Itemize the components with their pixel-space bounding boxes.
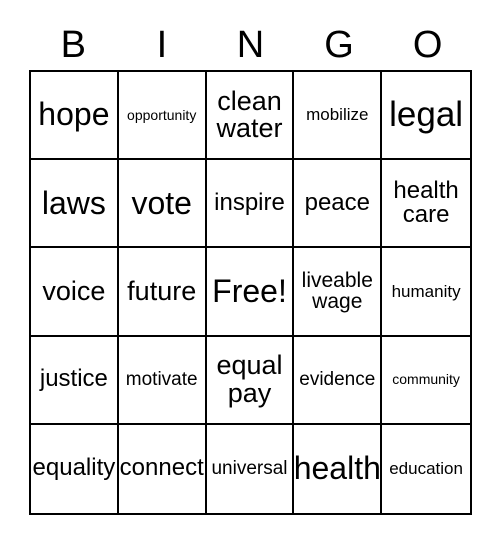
bingo-cell[interactable]: voice bbox=[31, 248, 119, 337]
bingo-cell-label: equal pay bbox=[216, 350, 283, 408]
bingo-cell-label: health bbox=[294, 450, 381, 487]
bingo-cell-label: legal bbox=[389, 94, 464, 134]
bingo-cell-label: laws bbox=[41, 184, 106, 221]
bingo-header-letter-n: N bbox=[236, 24, 265, 66]
bingo-cell[interactable]: universal bbox=[206, 424, 295, 513]
bingo-cell-label: health care bbox=[393, 176, 459, 229]
bingo-cell[interactable]: equality bbox=[31, 424, 119, 513]
bingo-cell[interactable]: motivate bbox=[118, 336, 207, 425]
bingo-cell-label: equality bbox=[32, 454, 116, 482]
bingo-cell[interactable]: humanity bbox=[382, 248, 470, 337]
bingo-cell[interactable]: community bbox=[382, 336, 470, 425]
bingo-cell[interactable]: mobilize bbox=[294, 72, 383, 161]
bingo-cell[interactable]: liveable wage bbox=[294, 248, 383, 337]
bingo-cell-label: future bbox=[127, 276, 197, 307]
bingo-cell-label: liveable wage bbox=[301, 269, 373, 314]
bingo-grid: hope opportunity clean water mobilize legal l… bbox=[29, 70, 472, 515]
bingo-cell-label: peace bbox=[304, 188, 370, 216]
bingo-cell[interactable]: peace bbox=[294, 160, 383, 249]
bingo-cell[interactable]: connect bbox=[118, 424, 207, 513]
bingo-cell[interactable]: education bbox=[382, 424, 470, 513]
bingo-cell[interactable]: hope bbox=[31, 72, 119, 161]
bingo-header-letter-b: B bbox=[60, 24, 86, 66]
bingo-cell-label: universal bbox=[211, 458, 288, 480]
bingo-cell-label: community bbox=[392, 371, 460, 388]
bingo-cell[interactable]: justice bbox=[31, 336, 119, 425]
bingo-cell-label: Free! bbox=[212, 272, 287, 309]
bingo-card: B I N G O hope opportunity clean water mobilize… bbox=[0, 0, 501, 544]
bingo-cell-label: voice bbox=[42, 276, 106, 307]
bingo-cell-label: mobilize bbox=[306, 105, 369, 125]
bingo-cell[interactable]: equal pay bbox=[206, 336, 295, 425]
bingo-cell-label: evidence bbox=[299, 368, 376, 390]
bingo-cell[interactable]: laws bbox=[31, 160, 119, 249]
bingo-cell[interactable]: vote bbox=[118, 160, 207, 249]
bingo-header-row: BINGO bbox=[29, 22, 472, 68]
bingo-cell-label: connect bbox=[119, 454, 204, 482]
bingo-cell[interactable]: Free! bbox=[206, 248, 295, 337]
bingo-cell-label: justice bbox=[39, 365, 108, 393]
bingo-header-letter-o: O bbox=[412, 24, 443, 66]
bingo-cell-label: humanity bbox=[391, 281, 461, 301]
bingo-cell[interactable]: health care bbox=[382, 160, 470, 249]
bingo-cell-label: education bbox=[389, 459, 463, 479]
bingo-cell-label: motivate bbox=[125, 368, 198, 390]
bingo-cell[interactable]: health bbox=[294, 424, 383, 513]
bingo-cell-label: hope bbox=[38, 96, 110, 133]
bingo-cell-label: vote bbox=[131, 184, 192, 221]
bingo-header-letter-i: I bbox=[156, 24, 168, 66]
bingo-cell[interactable]: future bbox=[118, 248, 207, 337]
bingo-cell[interactable]: evidence bbox=[294, 336, 383, 425]
bingo-cell-label: inspire bbox=[214, 188, 285, 216]
bingo-cell-label: opportunity bbox=[127, 106, 197, 123]
bingo-cell[interactable]: opportunity bbox=[118, 72, 207, 161]
bingo-cell[interactable]: inspire bbox=[206, 160, 295, 249]
bingo-header-letter-g: G bbox=[324, 24, 354, 66]
bingo-cell[interactable]: legal bbox=[382, 72, 470, 161]
bingo-cell-label: clean water bbox=[216, 85, 283, 144]
bingo-cell[interactable]: clean water bbox=[206, 72, 295, 161]
